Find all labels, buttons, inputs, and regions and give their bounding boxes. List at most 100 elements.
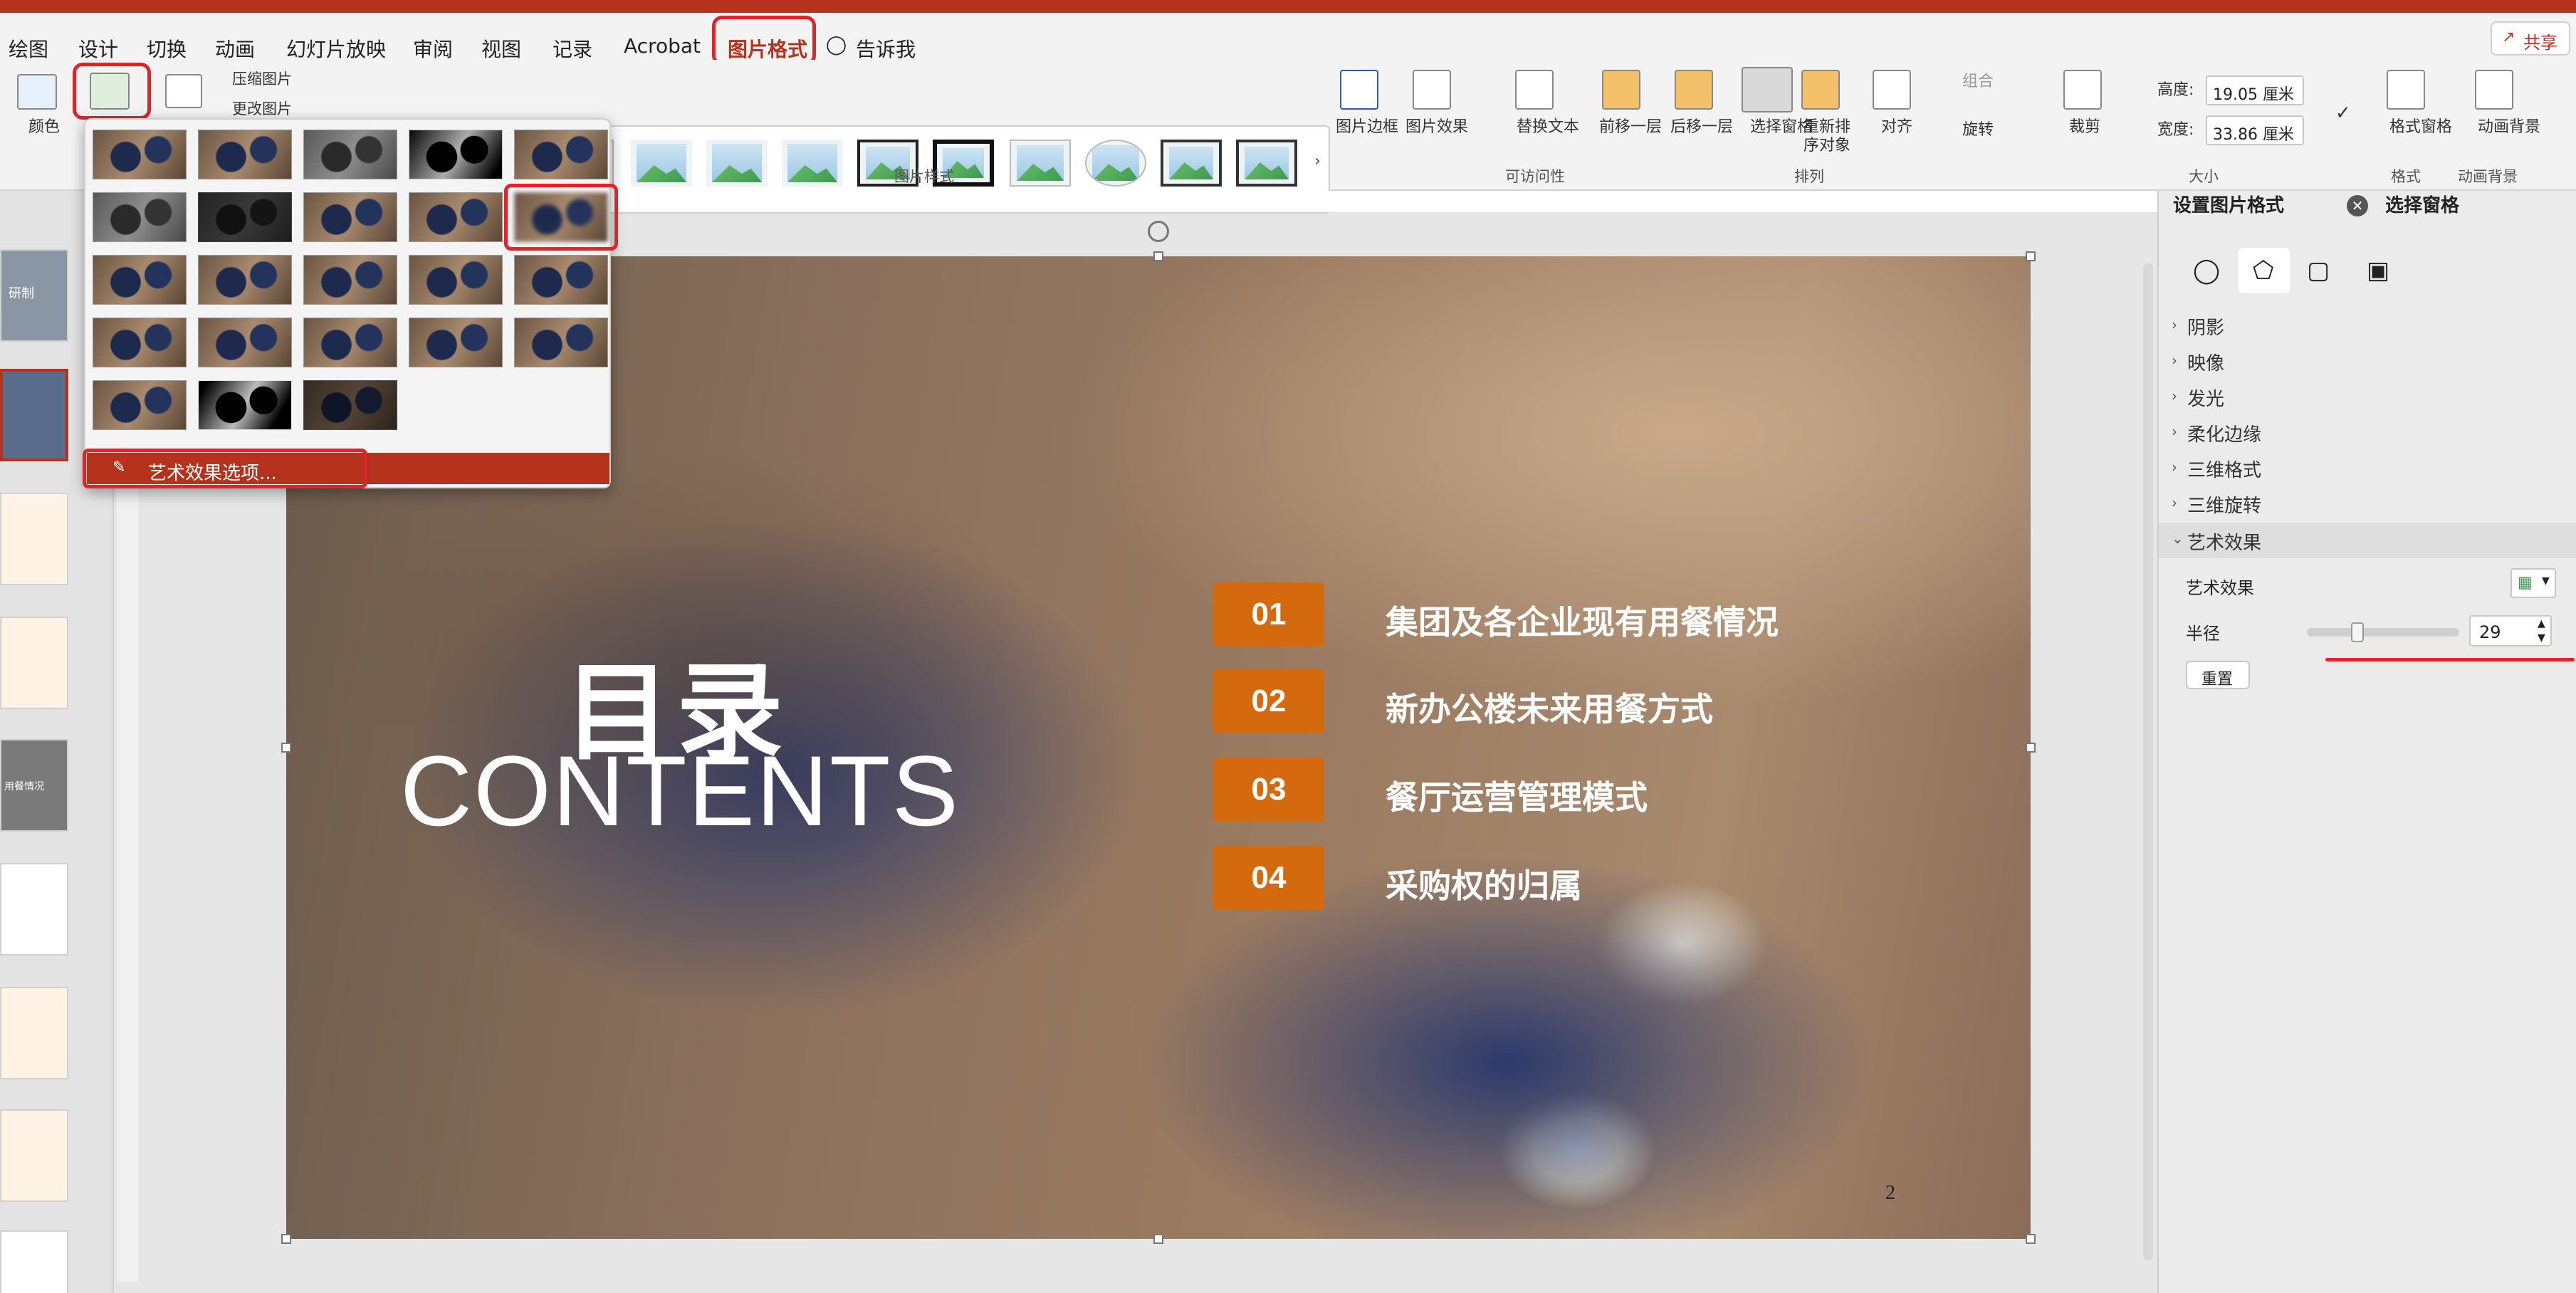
rotate-handle[interactable] xyxy=(1148,221,1169,242)
reset-button[interactable]: 重置 xyxy=(2186,661,2250,689)
effect-thumb[interactable] xyxy=(303,380,397,430)
tab-transitions[interactable]: 切换 xyxy=(147,34,187,63)
width-field[interactable]: 33.86 厘米 xyxy=(2206,115,2304,145)
image-icon[interactable]: ▣ xyxy=(2367,256,2389,285)
animate-bg-button[interactable]: 动画背景 xyxy=(2478,118,2540,137)
change-picture-button[interactable]: 更改图片 xyxy=(232,100,292,118)
picture-effects-icon[interactable] xyxy=(1413,70,1451,110)
bring-forward-button[interactable]: 前移一层 xyxy=(1599,118,1662,137)
tab-slideshow[interactable]: 幻灯片放映 xyxy=(286,34,386,63)
align-button[interactable]: 对齐 xyxy=(1881,118,1912,137)
picture-border-icon[interactable] xyxy=(1340,70,1378,110)
section-reflection[interactable]: 映像 xyxy=(2187,349,2224,375)
style-thumb[interactable] xyxy=(782,140,843,187)
slide-thumb[interactable] xyxy=(0,617,68,709)
pane-title[interactable]: 设置图片格式 xyxy=(2173,191,2284,217)
effect-thumb[interactable] xyxy=(198,130,292,179)
section-soft-edges[interactable]: 柔化边缘 xyxy=(2187,420,2261,446)
group-button[interactable]: 组合 xyxy=(1962,73,1994,91)
resize-handle[interactable] xyxy=(281,1234,291,1244)
picture-effects-button[interactable]: 图片效果 xyxy=(1405,118,1468,137)
selection-pane-icon[interactable] xyxy=(1742,67,1793,112)
selection-pane-tab[interactable]: 选择窗格 xyxy=(2385,191,2459,217)
effect-thumb[interactable] xyxy=(409,192,503,242)
slide-thumb[interactable] xyxy=(0,1230,68,1293)
effect-thumb[interactable] xyxy=(198,255,292,305)
radius-input[interactable]: 29 ▲ ▼ xyxy=(2469,615,2552,646)
slider-thumb[interactable] xyxy=(2351,622,2364,642)
picture-border-button[interactable]: 图片边框 xyxy=(1336,118,1398,137)
lock-aspect-check[interactable]: ✓ xyxy=(2335,103,2351,124)
send-backward-button[interactable]: 后移一层 xyxy=(1670,118,1733,137)
selection-pane-button[interactable]: 选择窗格 xyxy=(1750,118,1813,137)
tab-view[interactable]: 视图 xyxy=(481,34,521,63)
send-backward-icon[interactable] xyxy=(1675,70,1713,110)
reorder-icon[interactable] xyxy=(1801,70,1840,110)
section-glow[interactable]: 发光 xyxy=(2187,384,2224,411)
effect-thumb[interactable] xyxy=(93,255,187,305)
slide-thumb[interactable]: 用餐情况 xyxy=(0,739,68,832)
size-icon[interactable]: ▢ xyxy=(2307,256,2330,285)
tab-review[interactable]: 审阅 xyxy=(413,34,453,63)
format-pane-button[interactable]: 格式窗格 xyxy=(2389,118,2452,137)
effects-tab[interactable]: ⬠ xyxy=(2239,248,2290,293)
effect-thumb[interactable] xyxy=(93,318,187,367)
crop-icon[interactable] xyxy=(2063,70,2102,110)
align-icon[interactable] xyxy=(1873,70,1911,110)
alt-text-icon[interactable] xyxy=(1515,70,1554,110)
height-field[interactable]: 19.05 厘米 xyxy=(2206,75,2304,105)
art-effect-picker[interactable]: ▦ ▼ xyxy=(2510,568,2556,598)
share-button[interactable]: ↗ 共享 xyxy=(2491,21,2570,56)
effect-thumb[interactable] xyxy=(93,130,187,179)
animate-bg-icon[interactable] xyxy=(2475,70,2513,110)
section-3d-format[interactable]: 三维格式 xyxy=(2187,456,2261,482)
bring-forward-icon[interactable] xyxy=(1602,70,1640,110)
effect-thumb[interactable] xyxy=(198,318,292,367)
resize-handle[interactable] xyxy=(281,743,291,753)
effect-thumb[interactable] xyxy=(198,380,292,430)
effect-thumb[interactable] xyxy=(93,380,187,430)
resize-handle[interactable] xyxy=(1153,251,1163,261)
crop-button[interactable]: 裁剪 xyxy=(2069,118,2100,137)
gallery-more-icon[interactable]: › xyxy=(1314,152,1321,170)
tab-draw[interactable]: 绘图 xyxy=(9,34,48,63)
effect-thumb[interactable] xyxy=(303,192,397,242)
effect-thumb[interactable] xyxy=(514,255,608,305)
style-thumb[interactable] xyxy=(706,140,768,187)
tab-animations[interactable]: 动画 xyxy=(215,34,255,63)
effect-thumb[interactable] xyxy=(514,130,608,179)
style-thumb[interactable] xyxy=(1161,140,1222,187)
effect-thumb[interactable] xyxy=(93,192,187,242)
tab-acrobat[interactable]: Acrobat xyxy=(624,34,701,58)
style-thumb[interactable] xyxy=(1085,140,1146,187)
slide-thumb[interactable] xyxy=(0,863,68,956)
slide-thumb[interactable] xyxy=(0,1109,68,1202)
effect-thumb[interactable] xyxy=(303,255,397,305)
radius-slider[interactable] xyxy=(2307,622,2459,642)
slide-thumb[interactable] xyxy=(0,493,68,585)
close-icon[interactable]: ✕ xyxy=(2347,195,2368,216)
fill-icon[interactable]: ◯ xyxy=(2193,256,2220,285)
effect-thumb[interactable] xyxy=(409,255,503,305)
effect-thumb[interactable] xyxy=(514,318,608,367)
style-thumb[interactable] xyxy=(1010,140,1071,187)
section-shadow[interactable]: 阴影 xyxy=(2187,313,2224,340)
section-3d-rotation[interactable]: 三维旋转 xyxy=(2187,491,2261,518)
resize-handle[interactable] xyxy=(2026,743,2036,753)
reorder-button[interactable]: 重新排序对象 xyxy=(1801,118,1853,155)
alt-text-button[interactable]: 替换文本 xyxy=(1517,118,1579,137)
effect-thumb[interactable] xyxy=(303,130,397,179)
transparency-icon[interactable] xyxy=(165,74,202,108)
slide-thumb-selected[interactable] xyxy=(0,369,68,461)
tab-record[interactable]: 记录 xyxy=(553,34,592,63)
tell-me-search[interactable]: 告诉我 xyxy=(856,34,916,63)
color-icon[interactable] xyxy=(17,74,57,110)
effect-thumb[interactable] xyxy=(303,318,397,367)
down-arrow-icon[interactable]: ▼ xyxy=(2538,632,2545,644)
resize-handle[interactable] xyxy=(2026,1234,2036,1244)
effect-thumb[interactable] xyxy=(198,192,292,242)
section-artistic-header[interactable]: ⌄ 艺术效果 xyxy=(2159,523,2576,558)
tab-design[interactable]: 设计 xyxy=(78,34,118,63)
resize-handle[interactable] xyxy=(1153,1234,1163,1244)
style-thumb[interactable] xyxy=(1236,140,1297,187)
